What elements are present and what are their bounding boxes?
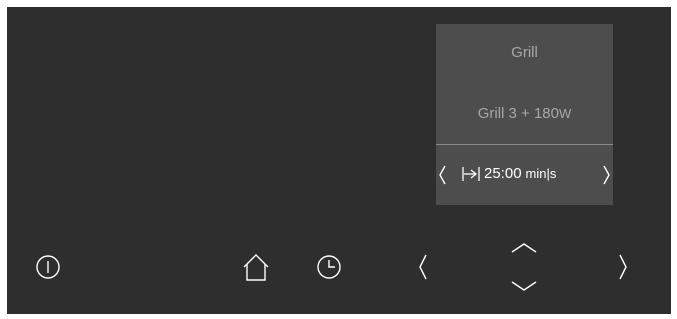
home-button[interactable] — [241, 251, 271, 283]
program-display: Grill Grill 3 + 180W 25:00 min|s — [436, 24, 613, 205]
chevron-right-icon — [619, 254, 627, 280]
chevron-left-icon — [419, 254, 427, 280]
program-title: Grill — [511, 44, 538, 61]
timer-next-button[interactable] — [599, 162, 615, 188]
up-button[interactable] — [507, 237, 541, 259]
program-mode: Grill 3 + 180W — [436, 105, 613, 122]
left-button[interactable] — [413, 252, 433, 282]
home-icon — [243, 254, 269, 281]
control-panel: Grill Grill 3 + 180W 25:00 min|s — [7, 7, 671, 314]
chevron-left-icon — [439, 165, 446, 185]
chevron-up-icon — [511, 243, 537, 253]
power-button[interactable] — [33, 252, 63, 282]
clock-button[interactable] — [314, 252, 344, 282]
timer-row: 25:00 min|s — [436, 145, 613, 205]
clock-icon — [317, 255, 341, 279]
timer-unit: min|s — [525, 166, 557, 181]
chevron-down-icon — [511, 281, 537, 291]
timer-prev-button[interactable] — [434, 162, 450, 188]
right-button[interactable] — [613, 252, 633, 282]
timer-end-icon — [462, 166, 480, 182]
down-button[interactable] — [507, 275, 541, 297]
chevron-right-icon — [603, 165, 610, 185]
mode-label: Grill 3 + 180 — [477, 105, 559, 122]
power-icon — [36, 255, 60, 279]
timer-value-button[interactable]: 25:00 min|s — [462, 165, 556, 182]
timer-value: 25:00 — [484, 165, 522, 182]
mode-unit: W — [559, 106, 572, 121]
